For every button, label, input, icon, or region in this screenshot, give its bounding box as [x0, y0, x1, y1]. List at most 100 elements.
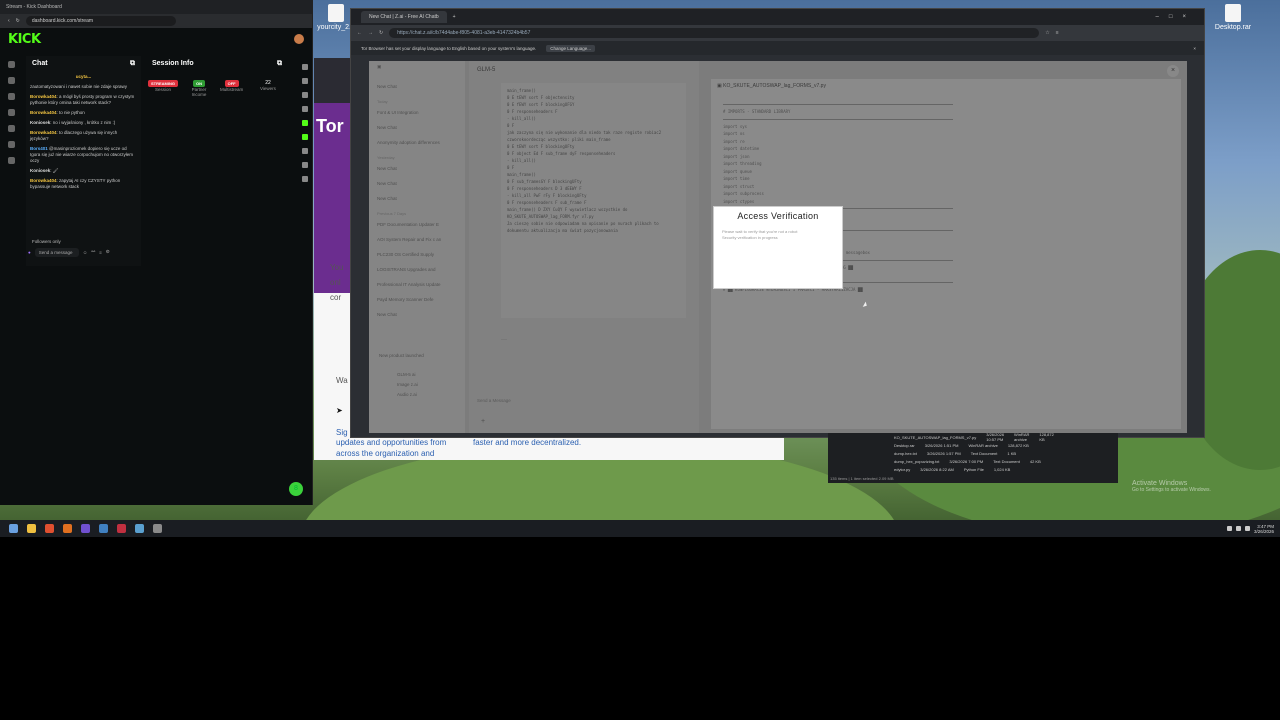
kick-left-rail: [0, 52, 22, 252]
file-explorer: KO_SKUTE_AUTOSWAP_lag_FORMS_v7.py 3/26/20…: [828, 432, 1118, 483]
page-text: updates and opportunities from: [336, 438, 447, 447]
pinned-user: ucyta...: [75, 74, 92, 79]
file-row[interactable]: dump_hex_popuvizing.txt 3/26/2026 7:00 PM…: [828, 457, 1118, 465]
address-bar[interactable]: dashboard.kick.com/stream: [25, 16, 176, 26]
modal-text: Please wait to verify that you're not a …: [722, 229, 798, 240]
reload-icon[interactable]: ↻: [379, 30, 383, 36]
edit-icon[interactable]: [302, 78, 308, 84]
chat-message: Bors401 @masinproziomek dopiero się ucze…: [30, 146, 134, 163]
browser-tab[interactable]: Stream - Kick Dashboard: [0, 0, 312, 14]
tor-icon[interactable]: [81, 524, 90, 533]
chat-message: zautomatyzowani i nawet sobie nie zdaje …: [30, 84, 128, 89]
menu-icon[interactable]: ≡: [1056, 30, 1059, 36]
desktop: yourcity_2.0 Desktop.rar Tor You onl cor…: [0, 0, 1280, 537]
chat-toggle-icon[interactable]: [302, 120, 308, 126]
layers-icon[interactable]: [302, 148, 308, 154]
grid-icon[interactable]: [7, 157, 15, 164]
tools-icon[interactable]: [7, 141, 15, 148]
page-link[interactable]: Sig: [336, 428, 348, 437]
desktop-icon[interactable]: Desktop.rar: [1213, 4, 1253, 31]
page-text: across the organization and: [336, 449, 435, 458]
explorer-icon[interactable]: [27, 524, 36, 533]
stat-viewers: 22 Viewers: [260, 80, 276, 91]
start-icon[interactable]: [9, 524, 18, 533]
star-icon[interactable]: ☆: [1045, 30, 1049, 36]
browser-toolbar: ‹ ↻ dashboard.kick.com/stream: [0, 14, 312, 28]
stream-icon[interactable]: [7, 77, 15, 84]
telegram-icon[interactable]: ➤: [336, 406, 343, 415]
address-bar[interactable]: https://chat.z.ai/c/b74d4abe-f805-4081-a…: [389, 28, 1040, 38]
avatar[interactable]: [294, 34, 304, 44]
bookmark-icon[interactable]: [302, 106, 308, 112]
access-verification-modal: Access Verification Please wait to verif…: [713, 206, 843, 289]
volume-icon[interactable]: [1235, 526, 1241, 531]
obs-icon[interactable]: [117, 524, 126, 533]
file-row[interactable]: Desktop.rar 3/26/2026 1:51 PM WinRAR archi…: [828, 441, 1118, 449]
forward-icon[interactable]: →: [368, 30, 373, 36]
back-icon[interactable]: ←: [357, 30, 362, 36]
wrench-icon[interactable]: [302, 162, 308, 168]
folder-icon: [328, 4, 344, 22]
activation-watermark: Activate Windows Go to Settings to activ…: [1132, 480, 1211, 493]
emote-icon[interactable]: ●: [28, 250, 31, 255]
window-controls[interactable]: –□×: [1156, 14, 1196, 20]
system-tray: 3:47 PM 3/26/2026: [1226, 524, 1274, 534]
share-icon[interactable]: [302, 176, 308, 182]
taskbar: 3:47 PM 3/26/2026: [0, 520, 1280, 537]
users-icon[interactable]: [7, 109, 15, 116]
tab-strip: New Chat | Z.ai - Free AI Chatb + –□×: [351, 9, 1204, 25]
chat-icon[interactable]: [7, 93, 15, 100]
close-icon[interactable]: ×: [1193, 46, 1196, 51]
back-icon[interactable]: ‹: [8, 18, 10, 24]
browser-tab[interactable]: New Chat | Z.ai - Free AI Chatb: [361, 11, 447, 23]
session-info-panel: Session Info ⧉ STREAMING Session ON Part…: [146, 56, 288, 116]
stat-session: STREAMING Session: [148, 80, 178, 92]
kick-dashboard-window: Stream - Kick Dashboard ‹ ↻ dashboard.ki…: [0, 0, 313, 505]
followers-only-badge: Followers only: [32, 239, 61, 244]
kick-logo[interactable]: KICK: [8, 32, 41, 47]
close-icon[interactable]: [302, 92, 308, 98]
file-row[interactable]: KO_SKUTE_AUTOSWAP_lag_FORMS_v7.py 3/26/20…: [828, 432, 1118, 442]
chat-message: Borowka404: to dlaczego używa się innych…: [30, 130, 118, 141]
chat-message: Koniosek: no i wyjaśniony , krótko z nim…: [30, 120, 116, 125]
clock[interactable]: 3:47 PM 3/26/2026: [1254, 524, 1274, 534]
chat-toggle-icon[interactable]: [302, 134, 308, 140]
home-icon[interactable]: [7, 61, 15, 68]
page-header: [314, 58, 354, 103]
new-tab-icon[interactable]: +: [453, 14, 456, 20]
modal-title: Access Verification: [737, 211, 819, 221]
app-icon[interactable]: [99, 524, 108, 533]
change-language-button[interactable]: Change Language...: [546, 44, 596, 52]
app-icon[interactable]: [153, 524, 162, 533]
kick-right-rail: [298, 56, 312, 190]
reload-icon[interactable]: ↻: [16, 18, 20, 24]
chat-message: Koniosek: 🖌: [30, 168, 59, 173]
info-icon[interactable]: [302, 64, 308, 70]
settings-icon[interactable]: [7, 125, 15, 132]
session-panel-header: Session Info ⧉: [152, 60, 282, 68]
stat-partner-income: ON Partner Income: [191, 80, 207, 97]
letterbox: [0, 537, 1280, 720]
chat-panel-header: Chat ⧉: [32, 60, 135, 68]
list-icon[interactable]: ≡: [99, 250, 102, 255]
chat-message: Borowka404: to nie python: [30, 110, 85, 115]
file-row[interactable]: edytor.py 3/26/2026 8:22 AM Python File 1,0…: [828, 465, 1118, 473]
popout-icon[interactable]: ⧉: [130, 60, 135, 68]
close-icon[interactable]: ×: [1167, 65, 1179, 77]
file-row[interactable]: dump.hex.txt 3/26/2026 1:57 PM Text Docume…: [828, 449, 1118, 457]
page-text: Wa: [336, 376, 348, 385]
chat-input[interactable]: Send a message: [34, 247, 79, 257]
app-icon[interactable]: [135, 524, 144, 533]
chat-input-row: ● Send a message ☺ ⚯ ≡ ⚙: [28, 246, 138, 258]
firefox-icon[interactable]: [63, 524, 72, 533]
emoji-icon[interactable]: ☺: [83, 250, 88, 255]
notification-badge[interactable]: 8: [289, 482, 303, 496]
battery-icon[interactable]: [1244, 526, 1250, 531]
gear-icon[interactable]: ⚙: [106, 249, 110, 255]
page-text: You: [330, 263, 344, 272]
navigation-bar: ← → ↻ https://chat.z.ai/c/b74d4abe-f805-…: [351, 25, 1204, 41]
network-icon[interactable]: [1226, 526, 1232, 531]
popout-icon[interactable]: ⧉: [277, 60, 282, 68]
brave-icon[interactable]: [45, 524, 54, 533]
link-icon[interactable]: ⚯: [91, 249, 95, 255]
